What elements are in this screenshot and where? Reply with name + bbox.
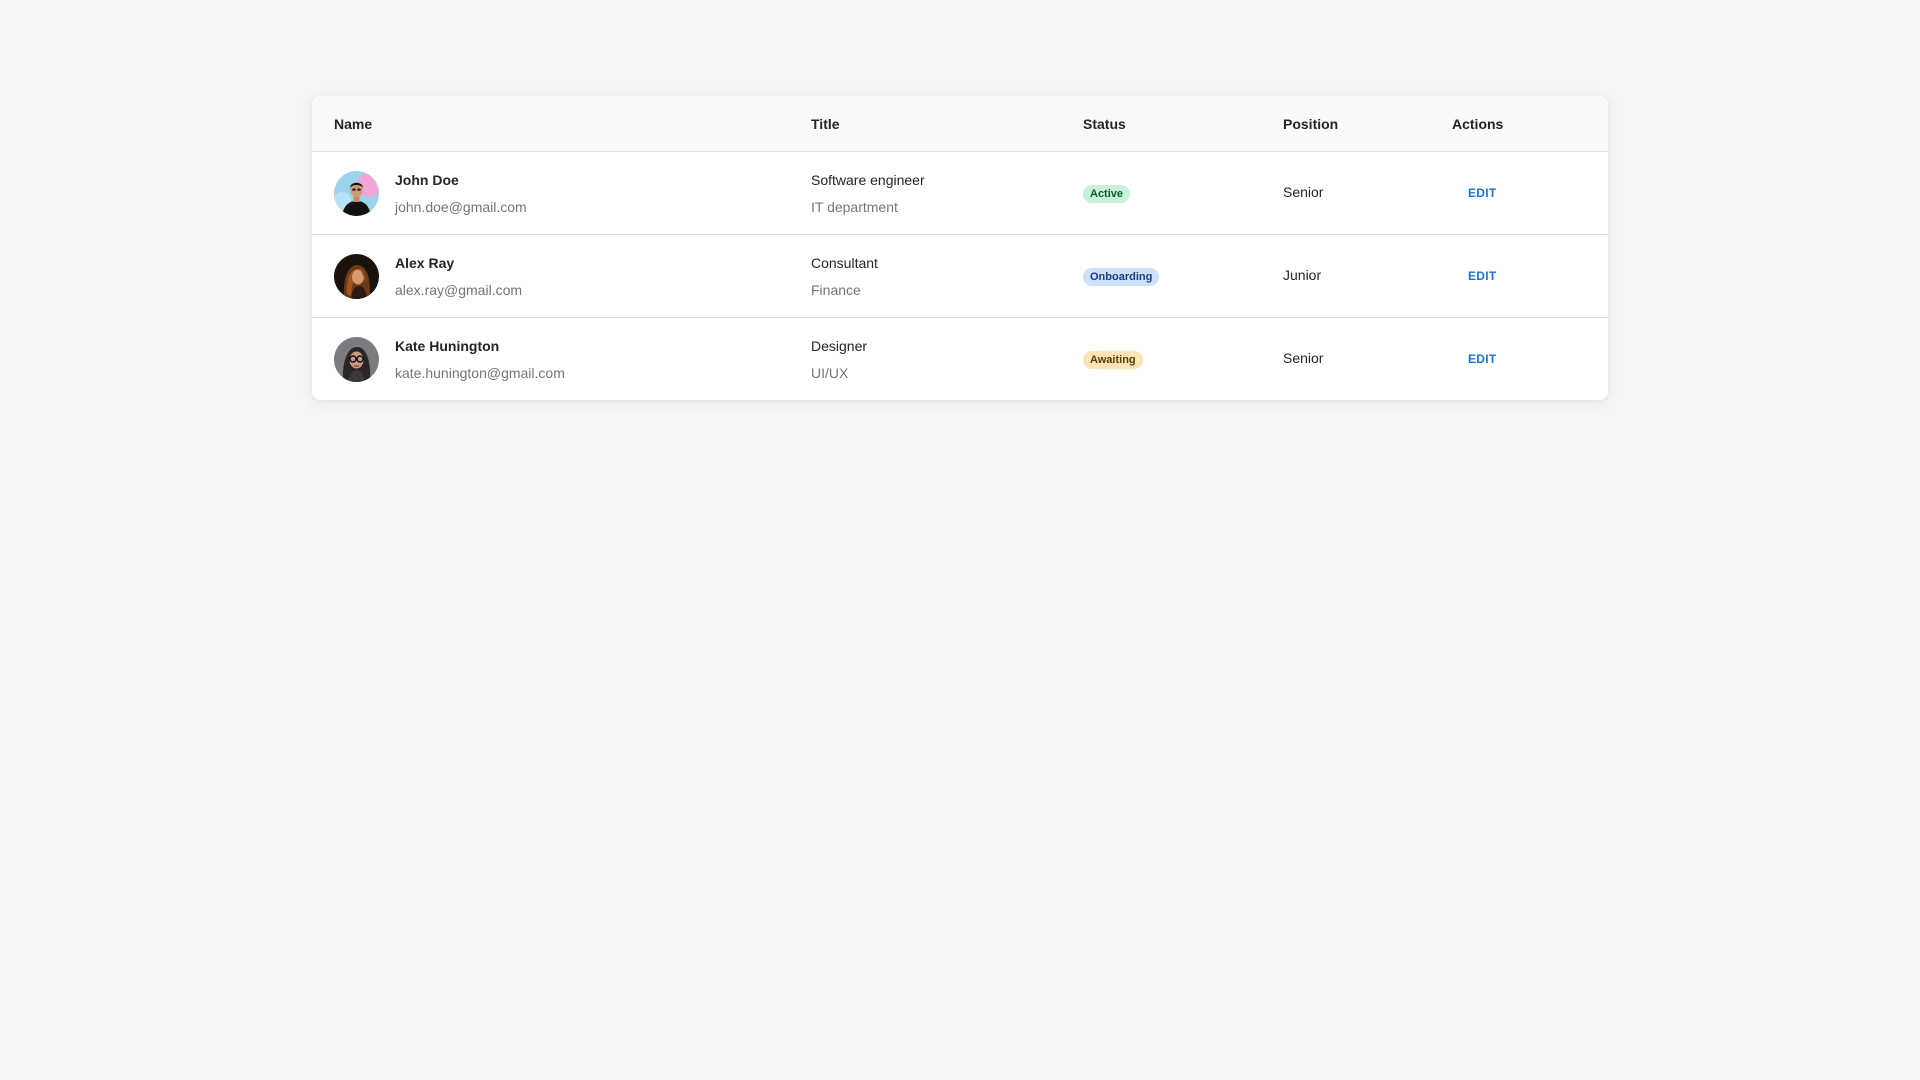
department: UI/UX bbox=[811, 364, 849, 381]
table-row: Kate Hunington kate.hunington@gmail.com … bbox=[312, 318, 1608, 401]
header-actions: Actions bbox=[1452, 96, 1608, 152]
job-title: Consultant bbox=[811, 254, 878, 271]
table-row: Alex Ray alex.ray@gmail.com Consultant F… bbox=[312, 234, 1608, 318]
person-email: john.doe@gmail.com bbox=[395, 198, 527, 215]
table-header-row: Name Title Status Position Actions bbox=[312, 96, 1608, 152]
header-status: Status bbox=[1083, 96, 1283, 152]
person-name: John Doe bbox=[395, 171, 459, 188]
person-name: Alex Ray bbox=[395, 254, 455, 271]
job-title: Software engineer bbox=[811, 171, 925, 188]
actions-cell: EDIT bbox=[1452, 318, 1608, 401]
name-cell: John Doe john.doe@gmail.com bbox=[312, 151, 811, 235]
status-badge: Awaiting bbox=[1083, 350, 1143, 369]
person-email: alex.ray@gmail.com bbox=[395, 281, 523, 298]
name-cell: Alex Ray alex.ray@gmail.com bbox=[312, 234, 811, 318]
employees-table-card: Name Title Status Position Actions John … bbox=[312, 96, 1608, 400]
edit-button[interactable]: EDIT bbox=[1468, 269, 1497, 283]
job-title: Designer bbox=[811, 337, 868, 354]
position-value: Junior bbox=[1283, 267, 1322, 283]
department: Finance bbox=[811, 281, 861, 298]
woman-glasses-avatar-icon bbox=[334, 336, 379, 382]
position-cell: Junior bbox=[1283, 234, 1452, 318]
department: IT department bbox=[811, 198, 898, 215]
status-cell: Active bbox=[1083, 151, 1283, 235]
position-value: Senior bbox=[1283, 184, 1324, 200]
header-name: Name bbox=[312, 96, 811, 152]
position-value: Senior bbox=[1283, 350, 1324, 366]
woman-avatar-icon bbox=[334, 253, 379, 299]
title-cell: Software engineer IT department bbox=[811, 151, 1083, 235]
name-cell: Kate Hunington kate.hunington@gmail.com bbox=[312, 318, 811, 401]
header-position: Position bbox=[1283, 96, 1452, 152]
actions-cell: EDIT bbox=[1452, 234, 1608, 318]
actions-cell: EDIT bbox=[1452, 151, 1608, 235]
header-title: Title bbox=[811, 96, 1083, 152]
status-badge: Active bbox=[1083, 184, 1131, 203]
edit-button[interactable]: EDIT bbox=[1468, 186, 1497, 200]
person-name: Kate Hunington bbox=[395, 337, 500, 354]
status-cell: Onboarding bbox=[1083, 234, 1283, 318]
title-cell: Designer UI/UX bbox=[811, 318, 1083, 401]
employees-table: Name Title Status Position Actions John … bbox=[312, 96, 1608, 400]
position-cell: Senior bbox=[1283, 318, 1452, 401]
status-cell: Awaiting bbox=[1083, 318, 1283, 401]
status-badge: Onboarding bbox=[1083, 267, 1160, 286]
title-cell: Consultant Finance bbox=[811, 234, 1083, 318]
table-row: John Doe john.doe@gmail.com Software eng… bbox=[312, 151, 1608, 235]
person-email: kate.hunington@gmail.com bbox=[395, 364, 565, 381]
man-avatar-icon bbox=[334, 170, 379, 216]
position-cell: Senior bbox=[1283, 151, 1452, 235]
edit-button[interactable]: EDIT bbox=[1468, 352, 1497, 366]
